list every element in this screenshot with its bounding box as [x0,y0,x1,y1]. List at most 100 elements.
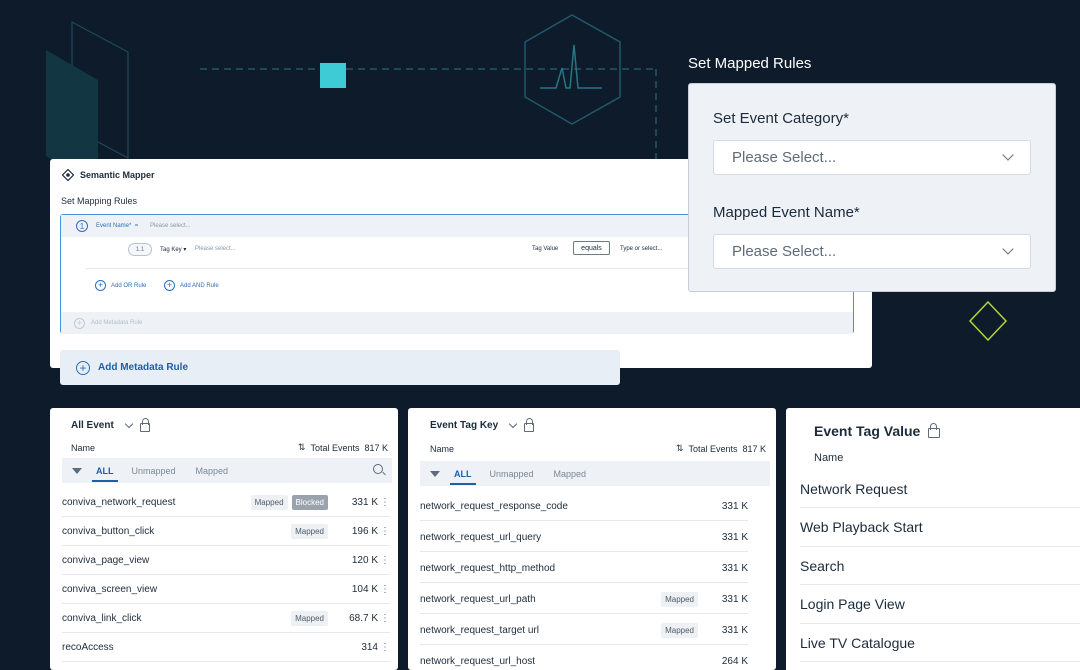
table-row[interactable]: network_request_url_host 264 K [420,647,748,670]
row-name: conviva_screen_view [62,583,158,595]
tab-mapped[interactable]: Mapped [554,463,587,484]
column-name-header: Name [71,443,96,453]
tab-unmapped[interactable]: Unmapped [132,460,176,481]
row-name: conviva_page_view [62,554,150,566]
filter-tabs: ALL Unmapped Mapped [62,458,392,483]
tag-value-label: Tag Value [532,246,559,252]
sub-rule-number: 1.1 [128,243,152,256]
table-row[interactable]: conviva_page_view 120 K ⋮ [62,546,390,575]
operator-select[interactable]: equals [573,241,610,255]
table-row[interactable]: network_request_url_path Mapped 331 K [420,585,748,614]
chevron-down-icon[interactable] [508,419,518,428]
lock-icon [524,418,535,432]
event-category-label: Set Event Category* [713,110,849,127]
more-options-icon[interactable]: ⋮ [378,613,390,624]
chevron-down-icon [1002,149,1014,161]
plus-icon: + [164,280,175,291]
table-row[interactable]: network_request_url_query 331 K [420,523,748,552]
tab-all[interactable]: ALL [92,460,118,482]
add-or-rule-button[interactable]: + Add OR Rule [95,280,146,291]
row-name: conviva_button_click [62,525,155,537]
table-row[interactable]: network_request_target url Mapped 331 K [420,616,748,645]
row-count: 120 K [351,554,378,566]
event-name-label: Event Name* = [96,223,139,229]
event-category-select[interactable]: Please Select... [713,140,1031,175]
row-count: 196 K [351,525,378,537]
row-count: 314 [361,641,378,653]
filter-icon[interactable] [72,467,82,474]
chevron-down-icon [1002,243,1014,255]
event-tag-value-title: Event Tag Value [814,423,921,439]
table-row[interactable]: conviva_button_click Mapped 196 K ⋮ [62,517,390,546]
chevron-down-icon[interactable] [124,419,134,428]
row-count: 331 K [721,562,748,574]
tab-mapped[interactable]: Mapped [196,460,229,481]
list-item-label: Web Playback Start [800,519,923,535]
event-tag-key-header: Event Tag Key [430,418,535,432]
row-count: 331 K [721,500,748,512]
table-row[interactable]: network_request_response_code 331 K [420,492,748,521]
list-item[interactable]: Network Request [800,470,1080,508]
tab-unmapped[interactable]: Unmapped [490,463,534,484]
tab-all[interactable]: ALL [450,463,476,485]
filter-icon[interactable] [430,470,440,477]
table-row[interactable]: network_request_http_method 331 K [420,554,748,583]
all-event-panel: All Event Name ⇅ Total Events 817 K ALL … [50,408,398,670]
row-name: network_request_target url [420,624,539,636]
list-item[interactable]: Web Playback Start [800,509,1080,547]
event-tag-value-header: Event Tag Value [814,423,941,439]
rule-number: 1 [76,220,88,232]
total-events[interactable]: ⇅ Total Events 817 K [298,442,388,453]
list-item[interactable]: Search [800,547,1080,585]
list-item[interactable]: Login Page View [800,586,1080,624]
mapped-event-name-select[interactable]: Please Select... [713,234,1031,269]
event-name-select[interactable]: Please select... [150,223,191,229]
column-name-header: Name [814,452,844,464]
list-item-label: Search [800,557,845,574]
plus-icon: + [76,360,90,375]
tag-value-input[interactable]: Type or select... [620,246,662,252]
tag-key-dropdown[interactable]: Tag Key ▾ [160,246,186,253]
row-count: 331 K [721,531,748,543]
set-mapped-rules-title: Set Mapped Rules [688,55,812,72]
table-row[interactable]: recoAccess 314 ⋮ [62,633,390,662]
add-and-rule-button[interactable]: + Add AND Rule [164,280,219,291]
table-row[interactable]: conviva_network_request Mapped Blocked 331 … [62,488,390,517]
sort-icon: ⇅ [297,442,306,452]
mapped-event-name-label: Mapped Event Name* [713,204,860,221]
list-item-label: Live TV Catalogue [800,634,915,651]
table-row[interactable]: conviva_screen_view 104 K ⋮ [62,575,390,604]
mapper-logo-icon [62,169,74,181]
row-name: recoAccess [62,641,114,653]
list-item-label: Login Page View [800,596,905,612]
table-row[interactable]: conviva_link_click Mapped 68.7 K ⋮ [62,604,390,633]
event-tag-key-title: Event Tag Key [430,420,499,431]
tag-key-select[interactable]: Please select... [195,246,236,252]
sort-icon: ⇅ [675,443,684,453]
lock-icon [139,418,150,432]
row-count: 104 K [351,583,378,595]
event-tag-value-panel: Event Tag Value Name Network Request Web … [786,408,1080,670]
add-metadata-rule-button[interactable]: + Add Metadata Rule [60,350,620,385]
more-options-icon[interactable]: ⋮ [378,555,390,566]
mapped-badge: Mapped [250,494,288,510]
mapped-badge: Mapped [661,622,698,638]
mapped-badge: Mapped [291,610,328,626]
total-events[interactable]: ⇅ Total Events 817 K [676,443,766,454]
plus-icon: + [95,280,106,291]
more-options-icon[interactable]: ⋮ [378,497,390,508]
list-item-label: Network Request [800,480,908,497]
lock-icon [928,423,941,438]
row-count: 331 K [721,624,748,636]
row-count: 68.7 K [349,612,378,624]
row-name: network_request_url_path [420,593,536,605]
row-count: 331 K [721,593,748,605]
search-icon[interactable] [373,464,383,474]
add-metadata-rule-inner[interactable]: + Add Metadata Rule [61,312,853,334]
more-options-icon[interactable]: ⋮ [378,526,390,537]
filter-tabs: ALL Unmapped Mapped [420,461,770,486]
more-options-icon[interactable]: ⋮ [378,642,390,653]
row-name: conviva_network_request [62,496,176,508]
more-options-icon[interactable]: ⋮ [378,584,390,595]
list-item[interactable]: Live TV Catalogue [800,624,1080,662]
